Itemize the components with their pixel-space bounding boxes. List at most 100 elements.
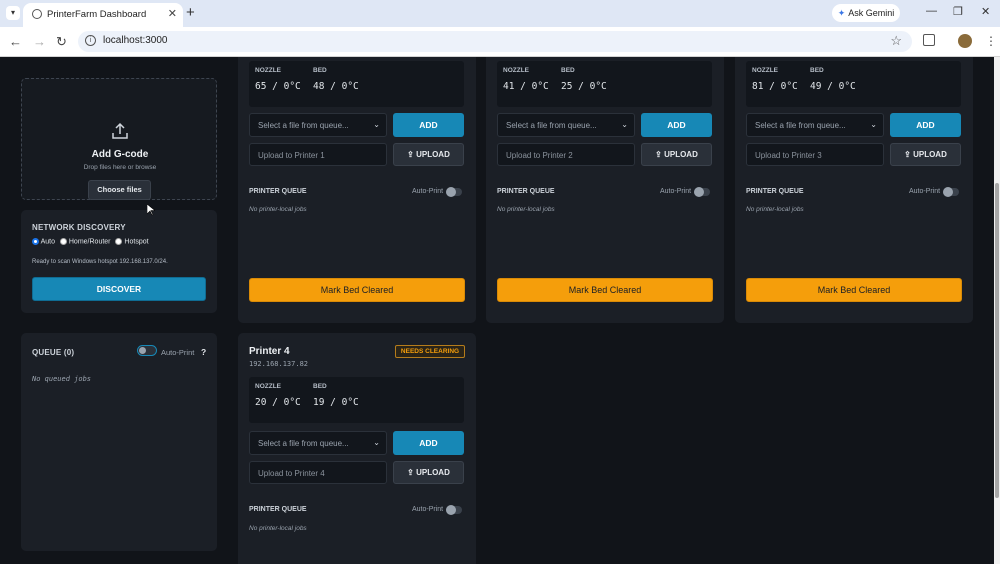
scrollbar-thumb[interactable] <box>995 183 999 498</box>
upload-file-input[interactable]: Upload to Printer 1 <box>249 143 387 166</box>
autoprint-toggle[interactable] <box>694 187 710 197</box>
bed-label: BED <box>313 67 327 74</box>
no-jobs-text: No printer-local jobs <box>249 525 307 532</box>
upload-file-input[interactable]: Upload to Printer 4 <box>249 461 387 484</box>
nozzle-label: NOZZLE <box>752 67 778 74</box>
network-discovery-title: NETWORK DISCOVERY <box>32 223 126 232</box>
upload-button[interactable]: ⇪ UPLOAD <box>393 143 464 166</box>
bed-temp: 25 / 0°C <box>561 81 607 92</box>
choose-files-button[interactable]: Choose files <box>88 180 151 200</box>
discover-button[interactable]: DISCOVER <box>32 277 206 301</box>
close-tab-icon[interactable]: ✕ <box>168 7 177 20</box>
upload-icon: ⇪ <box>904 150 914 159</box>
address-bar: ← → ↻ i localhost:3000 ☆ ⋮ <box>0 27 1000 57</box>
temps-box: NOZZLE BED 65 / 0°C 48 / 0°C <box>249 61 464 107</box>
forward-icon[interactable]: → <box>33 34 46 49</box>
printer-card-4: Printer 4 192.168.137.82 NEEDS CLEARING … <box>238 333 476 564</box>
omnibox[interactable]: i localhost:3000 ☆ <box>78 31 912 52</box>
tab-title: PrinterFarm Dashboard <box>47 9 147 20</box>
ask-gemini-button[interactable]: ✦ Ask Gemini <box>832 4 900 22</box>
new-tab-icon[interactable]: + <box>186 4 195 21</box>
printer-queue-label: PRINTER QUEUE <box>249 188 307 195</box>
upload-button-label: UPLOAD <box>913 150 947 159</box>
extensions-icon[interactable] <box>923 34 935 46</box>
select-placeholder: Select a file from queue... <box>258 121 349 130</box>
upload-button[interactable]: ⇪ UPLOAD <box>641 143 712 166</box>
autoprint-toggle[interactable] <box>446 187 462 197</box>
minimize-icon[interactable]: — <box>926 5 937 17</box>
restore-icon[interactable]: ❐ <box>953 5 963 18</box>
url-text[interactable]: localhost:3000 <box>103 35 168 46</box>
mark-bed-cleared-button[interactable]: Mark Bed Cleared <box>746 278 962 302</box>
printer-name: Printer 4 <box>249 346 290 357</box>
site-info-icon[interactable]: i <box>85 35 96 46</box>
gcode-dropzone[interactable]: Add G-code Drop files here or browse Cho… <box>21 78 217 200</box>
toggle-knob <box>446 187 456 197</box>
reload-icon[interactable]: ↻ <box>56 34 67 50</box>
back-icon[interactable]: ← <box>9 34 22 49</box>
upload-file-input[interactable]: Upload to Printer 2 <box>497 143 635 166</box>
add-button[interactable]: ADD <box>890 113 961 137</box>
radio-auto[interactable] <box>32 238 39 245</box>
upload-placeholder: Upload to Printer 3 <box>755 151 822 160</box>
autoprint-label: Auto-Print <box>909 188 941 195</box>
profile-avatar[interactable] <box>958 34 972 48</box>
add-button[interactable]: ADD <box>393 113 464 137</box>
temps-box: NOZZLE BED 81 / 0°C 49 / 0°C <box>746 61 961 107</box>
autoprint-toggle[interactable] <box>943 187 959 197</box>
no-jobs-text: No printer-local jobs <box>746 206 804 213</box>
temps-box: NOZZLE BED 20 / 0°C 19 / 0°C <box>249 377 464 423</box>
select-placeholder: Select a file from queue... <box>755 121 846 130</box>
chevron-down-icon: ⌄ <box>621 120 628 129</box>
printer-ip: 192.168.137.82 <box>249 360 309 368</box>
upload-placeholder: Upload to Printer 2 <box>506 151 573 160</box>
ask-gemini-label: Ask Gemini <box>848 8 895 18</box>
mouse-cursor-icon <box>147 204 155 216</box>
upload-icon: ⇪ <box>407 468 417 477</box>
page-scrollbar[interactable] <box>994 57 1000 564</box>
network-discovery-panel: NETWORK DISCOVERY Auto Home/Router Hotsp… <box>21 210 217 313</box>
nozzle-label: NOZZLE <box>255 383 281 390</box>
queue-file-select[interactable]: Select a file from queue... ⌄ <box>249 431 387 455</box>
help-icon[interactable]: ? <box>201 347 206 357</box>
autoprint-toggle[interactable] <box>446 505 462 515</box>
select-placeholder: Select a file from queue... <box>506 121 597 130</box>
chevron-down-icon: ⌄ <box>870 120 877 129</box>
printer-card-1: NOZZLE BED 65 / 0°C 48 / 0°C Select a fi… <box>238 57 476 323</box>
radio-hotspot[interactable] <box>115 238 123 245</box>
queue-autoprint-toggle[interactable] <box>137 345 157 356</box>
queue-file-select[interactable]: Select a file from queue... ⌄ <box>746 113 884 137</box>
no-jobs-text: No printer-local jobs <box>249 206 307 213</box>
browser-tab-strip: ▾ PrinterFarm Dashboard ✕ + ✦ Ask Gemini … <box>0 0 1000 27</box>
bookmark-star-icon[interactable]: ☆ <box>890 33 902 49</box>
add-button[interactable]: ADD <box>641 113 712 137</box>
upload-file-input[interactable]: Upload to Printer 3 <box>746 143 884 166</box>
upload-button[interactable]: ⇪ UPLOAD <box>393 461 464 484</box>
menu-kebab-icon[interactable]: ⋮ <box>985 34 997 48</box>
mark-bed-cleared-button[interactable]: Mark Bed Cleared <box>249 278 465 302</box>
tab-search-icon[interactable]: ▾ <box>6 6 20 20</box>
queue-autoprint-label: Auto-Print <box>161 348 195 357</box>
radio-home-router[interactable] <box>59 238 67 245</box>
queue-panel: QUEUE (0) Auto-Print ? No queued jobs <box>21 333 217 551</box>
queue-file-select[interactable]: Select a file from queue... ⌄ <box>249 113 387 137</box>
mark-bed-cleared-button[interactable]: Mark Bed Cleared <box>497 278 713 302</box>
queue-file-select[interactable]: Select a file from queue... ⌄ <box>497 113 635 137</box>
upload-button-label: UPLOAD <box>664 150 698 159</box>
bed-temp: 49 / 0°C <box>810 81 856 92</box>
bed-label: BED <box>561 67 575 74</box>
no-jobs-text: No printer-local jobs <box>497 206 555 213</box>
add-button[interactable]: ADD <box>393 431 464 455</box>
bed-label: BED <box>810 67 824 74</box>
autoprint-label: Auto-Print <box>660 188 692 195</box>
upload-placeholder: Upload to Printer 4 <box>258 469 325 478</box>
dropzone-title: Add G-code <box>91 149 149 160</box>
upload-icon: ⇪ <box>407 150 417 159</box>
printer-queue-label: PRINTER QUEUE <box>497 188 555 195</box>
printer-card-2: NOZZLE BED 41 / 0°C 25 / 0°C Select a fi… <box>486 57 724 323</box>
upload-button[interactable]: ⇪ UPLOAD <box>890 143 961 166</box>
nozzle-temp: 81 / 0°C <box>752 81 798 92</box>
nozzle-temp: 65 / 0°C <box>255 81 301 92</box>
window-close-icon[interactable]: ✕ <box>981 5 990 18</box>
active-tab[interactable]: PrinterFarm Dashboard ✕ <box>23 3 183 27</box>
